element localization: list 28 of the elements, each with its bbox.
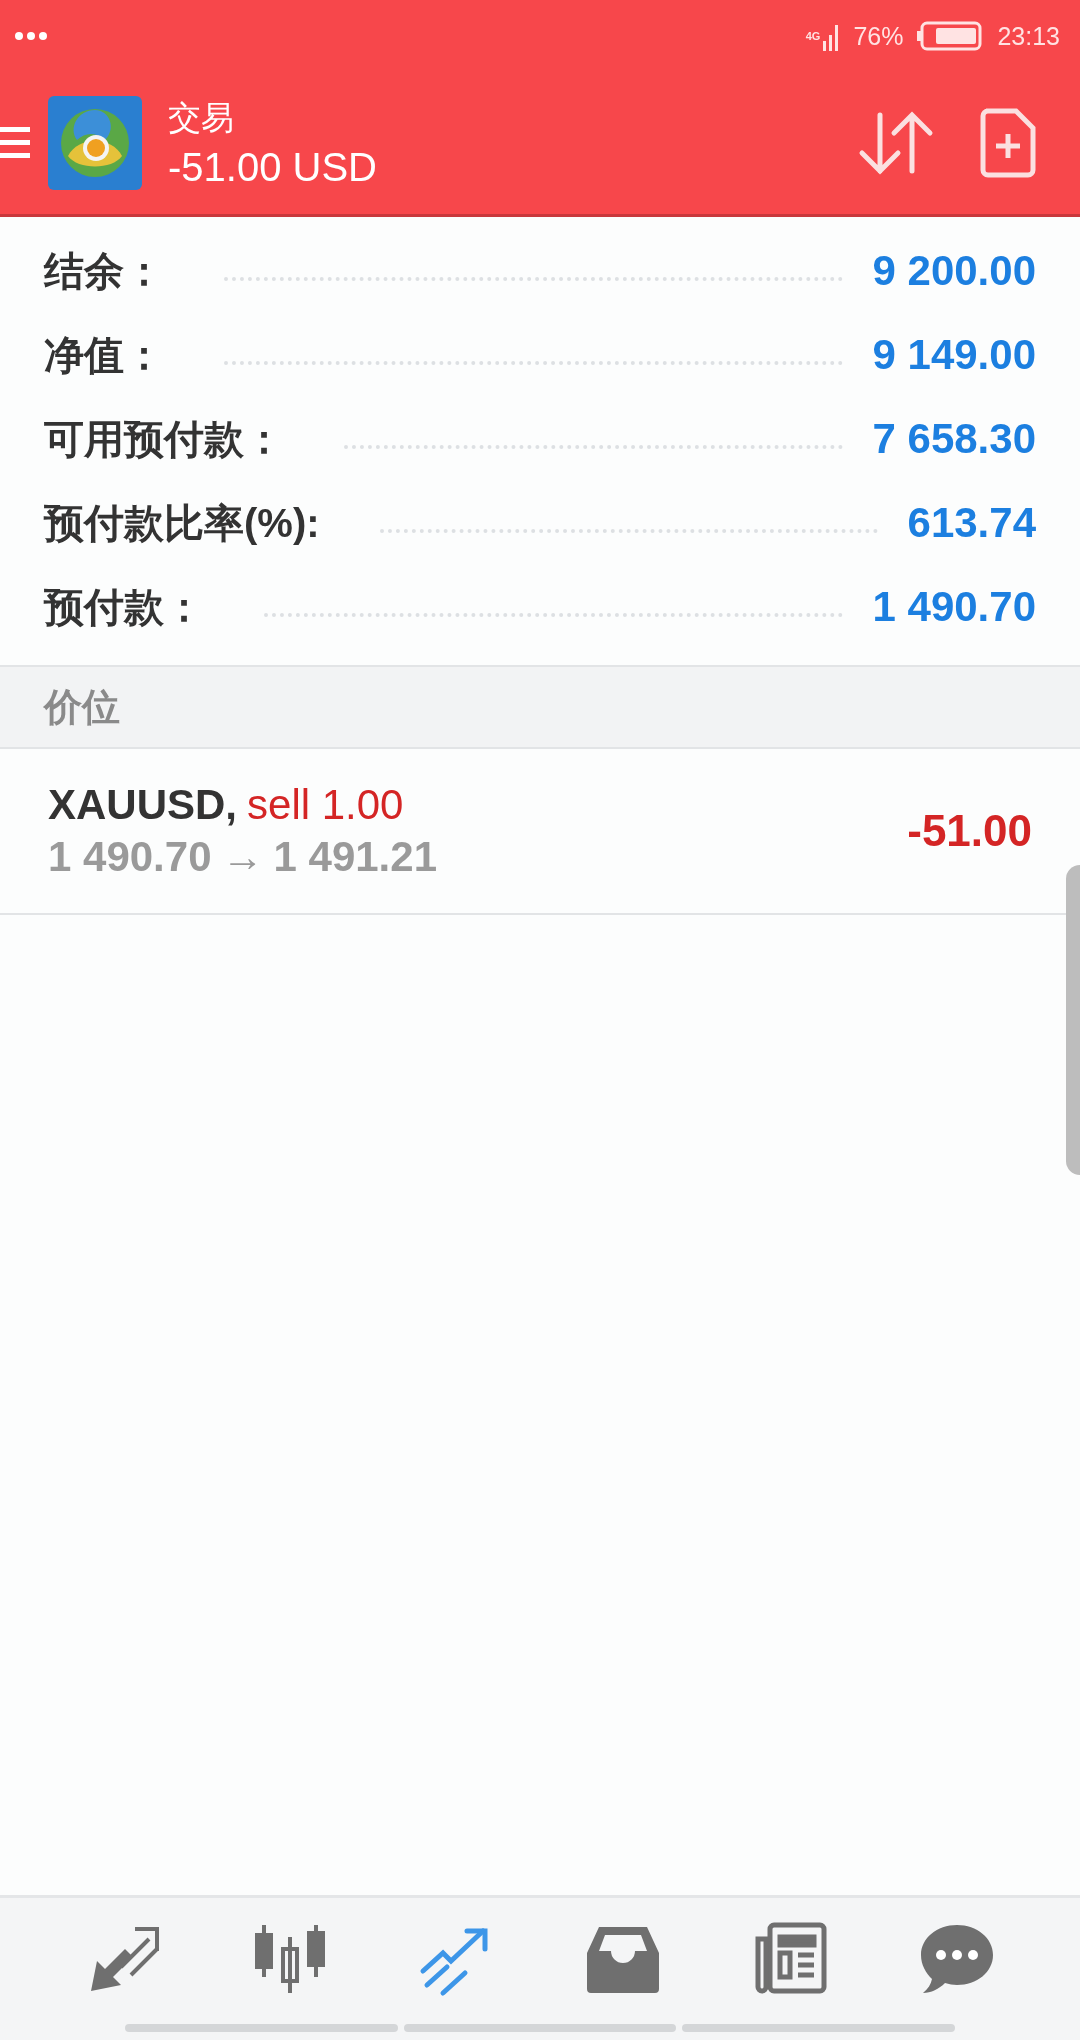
summary-value: 9 149.00 [872, 331, 1036, 379]
app-logo-icon [48, 96, 142, 190]
summary-value: 7 658.30 [872, 415, 1036, 463]
battery-icon [917, 21, 984, 51]
open-price: 1 490.70 [48, 833, 212, 881]
price-arrow: → [221, 833, 264, 881]
clock: 23:13 [997, 21, 1060, 51]
position-profit: -51.00 [907, 806, 1032, 856]
summary-label: 结余： [44, 247, 164, 295]
summary-label: 预付款： [44, 583, 204, 631]
summary-label: 预付款比率(%): [44, 499, 320, 547]
network-type: 4G [805, 30, 821, 42]
symbol: XAUUSD, [48, 781, 238, 829]
section-title: 价位 [44, 684, 120, 730]
summary-label: 可用预付款： [44, 415, 284, 463]
order-type: sell 1.00 [247, 781, 404, 829]
current-price: 1 491.21 [273, 833, 437, 881]
page-title: 交易 [168, 98, 235, 138]
battery-percent: 76% [853, 21, 904, 51]
new-order-button[interactable] [980, 108, 1036, 178]
scroll-handle[interactable] [1066, 865, 1080, 1175]
summary-value: 613.74 [907, 499, 1036, 547]
summary-value: 1 490.70 [872, 583, 1036, 631]
profit-total: -51.00 USD [168, 145, 378, 190]
add-document-icon [980, 108, 1036, 178]
summary-value: 9 200.00 [872, 247, 1036, 295]
more-icon [14, 31, 48, 41]
summary-label: 净值： [44, 331, 164, 379]
